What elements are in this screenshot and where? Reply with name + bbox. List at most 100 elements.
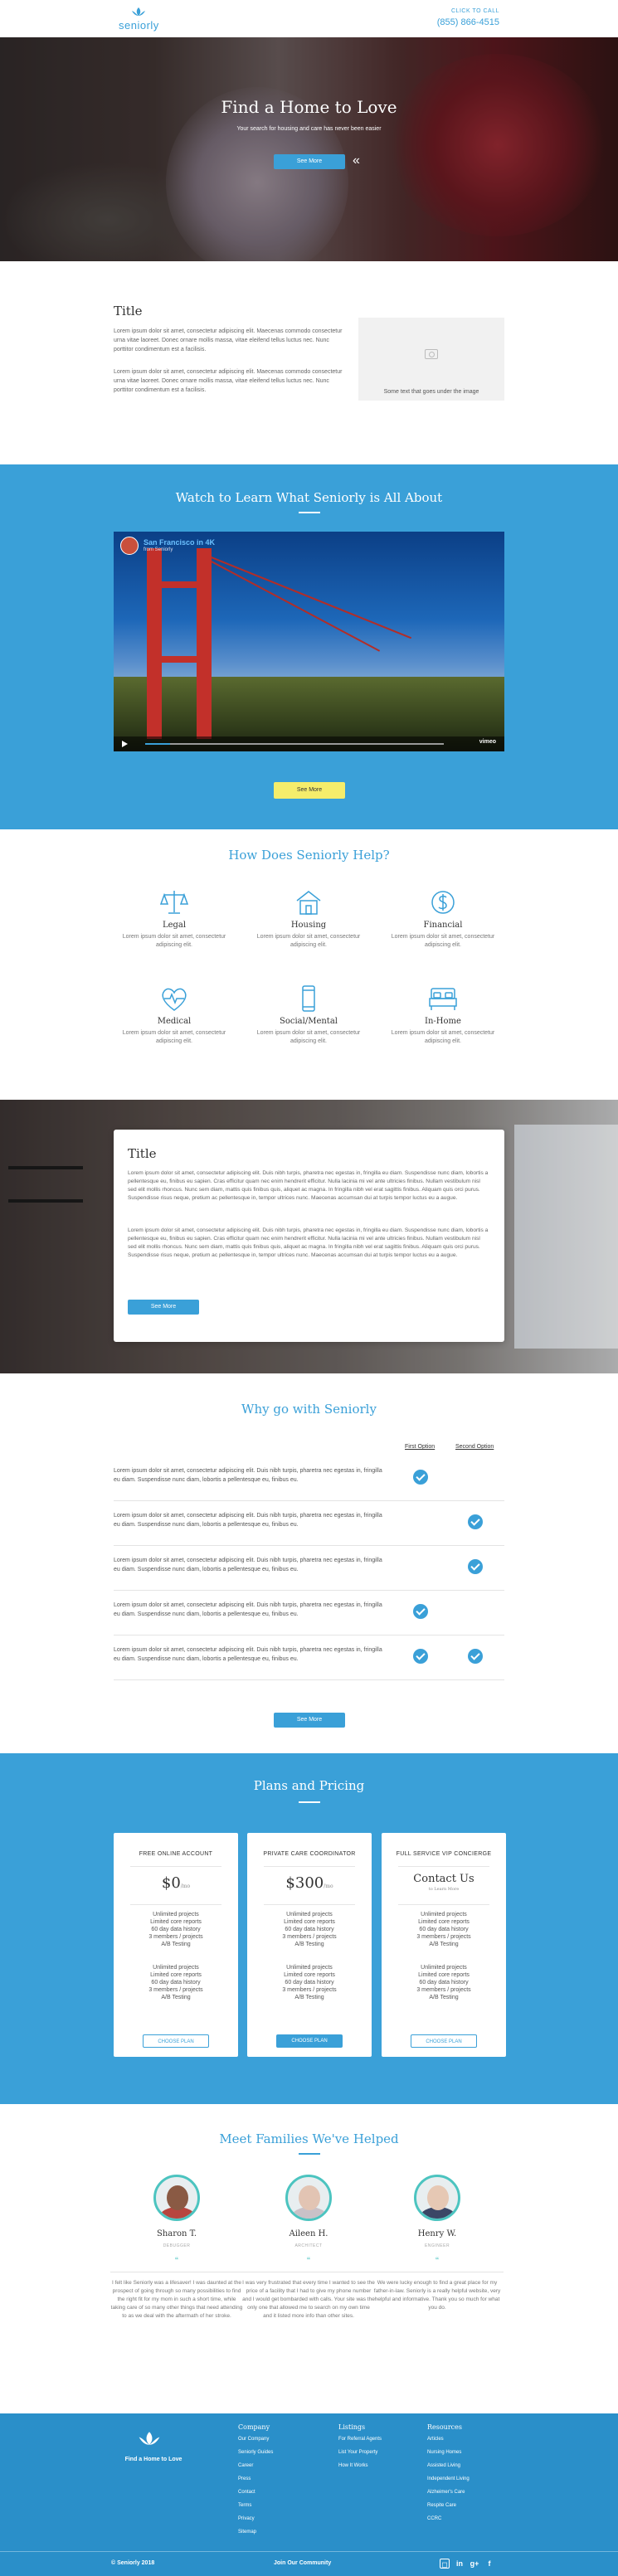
column-header-second: Second Option — [455, 1444, 494, 1450]
hero-see-more-button[interactable]: See More — [274, 154, 345, 169]
video-see-more-button[interactable]: See More — [274, 782, 345, 799]
double-chevron-icon[interactable]: « — [353, 153, 360, 169]
footer-link[interactable]: Our Company — [238, 2437, 269, 2442]
quote-icon: “ — [175, 2255, 178, 2267]
help-item-medical[interactable]: Medical Lorem ipsum dolor sit amet, conse… — [116, 984, 232, 1046]
help-item-desc: Lorem ipsum dolor sit amet, consectetur … — [256, 1030, 361, 1044]
column-header-first: First Option — [405, 1444, 436, 1450]
why-row-text: Lorem ipsum dolor sit amet, consectetur … — [114, 1602, 382, 1617]
vimeo-logo[interactable]: vimeo — [479, 739, 496, 745]
video-progress-fill — [145, 743, 170, 745]
instagram-icon[interactable]: ◻ — [440, 2559, 450, 2569]
google-plus-icon[interactable]: g+ — [470, 2559, 479, 2569]
help-item-social-mental[interactable]: Social/Mental Lorem ipsum dolor sit amet,… — [251, 984, 367, 1046]
help-item-name: Housing — [290, 921, 327, 930]
why-row-text: Lorem ipsum dolor sit amet, consectetur … — [114, 1647, 382, 1662]
families-heading: Meet Families We've Helped — [219, 2131, 399, 2146]
help-item-name: Social/Mental — [280, 1017, 338, 1026]
play-icon[interactable] — [122, 741, 128, 747]
footer-link[interactable]: How It Works — [338, 2463, 368, 2468]
help-item-financial[interactable]: Financial Lorem ipsum dolor sit amet, con… — [385, 887, 501, 950]
checkmark-icon — [413, 1649, 428, 1664]
footer-link[interactable]: Contact — [238, 2490, 255, 2495]
choose-plan-button[interactable]: CHOOSE PLAN — [143, 2034, 209, 2048]
linkedin-icon[interactable]: in — [455, 2559, 465, 2569]
intro-paragraph-1: Lorem ipsum dolor sit amet, consectetur … — [114, 328, 343, 352]
footer-column-heading: Resources — [427, 2423, 462, 2431]
footer-column-heading: Listings — [338, 2423, 366, 2431]
bed-icon — [426, 984, 460, 1013]
plan-name: FREE ONLINE ACCOUNT — [139, 1851, 213, 1857]
plan-feature: Limited core reports — [418, 1972, 470, 1978]
footer-link[interactable]: Articles — [427, 2437, 444, 2442]
facebook-icon[interactable]: f — [484, 2559, 494, 2569]
bridge-tower-left — [147, 548, 162, 739]
site-header: seniorly CLICK TO CALL (855) 866-4515 — [0, 0, 618, 37]
help-item-name: In-Home — [425, 1017, 461, 1026]
help-item-desc: Lorem ipsum dolor sit amet, consectetur … — [391, 934, 495, 948]
family-role: ARCHITECT — [294, 2243, 323, 2248]
help-item-name: Medical — [157, 1017, 192, 1026]
footer-link[interactable]: Alzheimer's Care — [427, 2490, 465, 2495]
plan-feature: 3 members / projects — [148, 1934, 203, 1940]
footer-divider — [0, 2551, 618, 2552]
plan-divider — [398, 1904, 489, 1905]
help-heading: How Does Seniorly Help? — [228, 848, 390, 863]
lotus-icon — [119, 7, 159, 18]
footer-link[interactable]: Privacy — [238, 2516, 255, 2521]
footer-link[interactable]: Assisted Living — [427, 2463, 460, 2468]
help-item-housing[interactable]: Housing Lorem ipsum dolor sit amet, conse… — [251, 887, 367, 950]
footer-link[interactable]: List Your Property — [338, 2450, 377, 2455]
plan-feature: Limited core reports — [284, 1972, 335, 1978]
footer-link[interactable]: Terms — [238, 2503, 251, 2508]
title2-see-more-button[interactable]: See More — [128, 1300, 199, 1315]
plan-feature: 3 members / projects — [416, 1934, 471, 1940]
quote-icon: “ — [307, 2255, 310, 2267]
plan-feature: A/B Testing — [294, 1942, 324, 1947]
footer-link[interactable]: Respite Care — [427, 2503, 456, 2508]
why-see-more-button[interactable]: See More — [274, 1713, 345, 1728]
plan-feature: Limited core reports — [150, 1972, 202, 1978]
plan-feature: A/B Testing — [294, 1995, 324, 2000]
choose-plan-button[interactable]: CHOOSE PLAN — [276, 2034, 343, 2048]
plan-feature: A/B Testing — [429, 1942, 459, 1947]
footer-link[interactable]: Independent Living — [427, 2476, 470, 2481]
help-item-desc: Lorem ipsum dolor sit amet, consectetur … — [122, 934, 226, 948]
footer-lotus-icon[interactable] — [133, 2430, 166, 2451]
video-title[interactable]: San Francisco in 4K — [144, 538, 215, 547]
footer-link[interactable]: Seniorly Guides — [238, 2450, 273, 2455]
video-player[interactable]: San Francisco in 4K from Seniorly vimeo — [114, 532, 504, 751]
plan-name: FULL SERVICE VIP CONCIERGE — [396, 1851, 492, 1857]
checkmark-icon — [413, 1470, 428, 1485]
video-author-avatar[interactable] — [120, 537, 139, 555]
plan-price-period: /mo — [180, 1883, 191, 1889]
help-item-legal[interactable]: Legal Lorem ipsum dolor sit amet, consect… — [116, 887, 232, 950]
phone-number[interactable]: (855) 866-4515 — [437, 17, 499, 27]
footer-link[interactable]: Nursing Homes — [427, 2450, 461, 2455]
video-by[interactable]: from Seniorly — [144, 547, 173, 552]
why-row: Lorem ipsum dolor sit amet, consectetur … — [114, 1546, 504, 1591]
heartbeat-icon — [158, 984, 191, 1013]
footer-link[interactable]: For Referral Agents — [338, 2437, 382, 2442]
plan-price: Contact Us to Learn More — [382, 1873, 506, 1892]
bridge-tower-right — [197, 548, 212, 739]
why-row: Lorem ipsum dolor sit amet, consectetur … — [114, 1591, 504, 1636]
hero-subtitle: Your search for housing and care has nev… — [236, 126, 382, 132]
video-progress-bar[interactable] — [145, 743, 444, 745]
seniorly-logo[interactable]: seniorly — [119, 7, 159, 33]
footer-link[interactable]: Career — [238, 2463, 253, 2468]
help-item-desc: Lorem ipsum dolor sit amet, consectetur … — [122, 1030, 226, 1044]
footer-link[interactable]: Sitemap — [238, 2530, 256, 2535]
click-to-call[interactable]: CLICK TO CALL (855) 866-4515 — [437, 8, 499, 29]
plan-feature: 3 members / projects — [282, 1934, 337, 1940]
choose-plan-button[interactable]: CHOOSE PLAN — [411, 2034, 477, 2048]
footer-column-heading: Company — [238, 2423, 270, 2431]
help-item-in-home[interactable]: In-Home Lorem ipsum dolor sit amet, conse… — [385, 984, 501, 1046]
join-community-link[interactable]: Join Our Community — [274, 2560, 331, 2566]
checkmark-icon — [413, 1604, 428, 1619]
help-item-name: Legal — [162, 921, 187, 930]
video-controls: vimeo — [114, 736, 504, 751]
footer-link[interactable]: Press — [238, 2476, 251, 2481]
footer-link[interactable]: CCRC — [427, 2516, 441, 2521]
why-row-text: Lorem ipsum dolor sit amet, consectetur … — [114, 1558, 382, 1572]
